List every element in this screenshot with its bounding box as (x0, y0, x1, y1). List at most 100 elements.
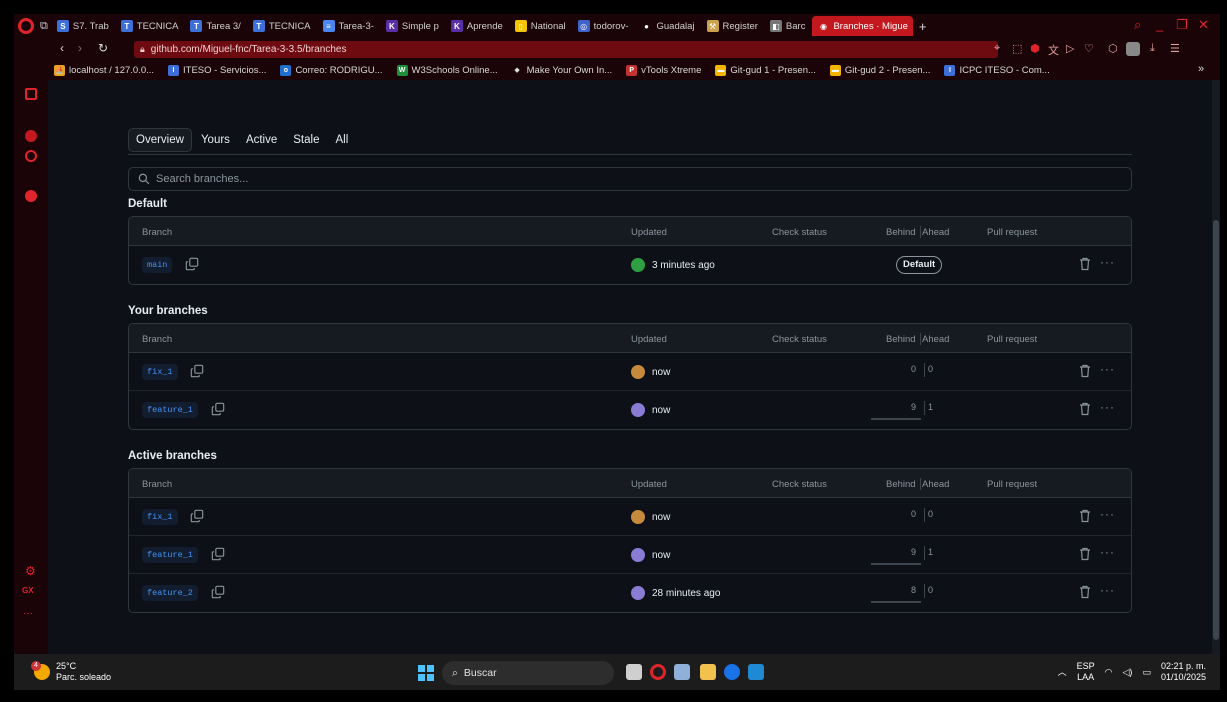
more-options-icon[interactable]: ··· (1100, 400, 1115, 414)
delete-branch-icon[interactable] (1079, 547, 1091, 561)
copy-icon[interactable] (190, 509, 204, 523)
pin-icon[interactable]: ⌖ (994, 42, 1000, 55)
more-options-icon[interactable]: ··· (1100, 362, 1115, 376)
browser-tab[interactable]: K Aprende (446, 16, 508, 36)
branch-name-link[interactable]: main (142, 257, 173, 273)
tray-chevron-icon[interactable]: ︿ (1058, 667, 1067, 678)
avatar[interactable] (631, 403, 645, 417)
tab-all[interactable]: All (328, 129, 355, 151)
copy-icon[interactable] (190, 364, 204, 378)
branch-name-link[interactable]: fix_1 (142, 364, 178, 380)
file-explorer-icon[interactable] (700, 664, 716, 680)
copy-icon[interactable] (211, 402, 225, 416)
maps-taskbar-icon[interactable] (724, 664, 740, 680)
search-input[interactable] (156, 173, 1056, 185)
search-tabs-icon[interactable]: ⌕ (1134, 17, 1141, 33)
task-view-icon[interactable] (626, 664, 642, 680)
vscode-taskbar-icon[interactable] (748, 664, 764, 680)
branch-name-link[interactable]: feature_2 (142, 585, 198, 601)
gx-icon[interactable]: GX (22, 586, 34, 595)
tab-overview[interactable]: Overview (128, 128, 192, 152)
browser-tab[interactable]: T TECNICA (248, 16, 316, 36)
wifi-icon[interactable]: ◠ (1105, 667, 1113, 678)
download-icon[interactable]: ⤓ (1150, 42, 1155, 55)
bookmark-item[interactable]: ▬ Git-gud 2 - Presen... (829, 64, 930, 76)
browser-tab[interactable]: ▯ National (510, 16, 571, 36)
more-options-icon[interactable]: ··· (1100, 583, 1115, 597)
snapshot-icon[interactable]: ⬚ (1012, 42, 1022, 55)
tab-active[interactable]: Active (239, 129, 284, 151)
battery-icon[interactable]: ▭ (1142, 667, 1151, 678)
browser-tab[interactable]: ≡ Tarea-3- (318, 16, 379, 36)
more-options-icon[interactable]: ··· (1100, 545, 1115, 559)
browser-tab[interactable]: ◧ Barc (765, 16, 811, 36)
heart-icon[interactable]: ♡ (1084, 42, 1094, 55)
bookmark-item[interactable]: I ICPC ITESO - Com... (944, 64, 1050, 76)
volume-icon[interactable]: ◁) (1123, 667, 1133, 678)
translate-icon[interactable]: 文 (1048, 42, 1059, 58)
avatar[interactable] (631, 586, 645, 600)
adblock-icon[interactable]: ⬢ (1030, 42, 1040, 55)
opera-taskbar-icon[interactable] (650, 664, 666, 680)
browser-tab[interactable]: T Tarea 3/ (185, 16, 245, 36)
maximize-icon[interactable]: ❐ (1176, 17, 1188, 33)
avatar[interactable] (631, 258, 645, 272)
browser-tab[interactable]: ◎ todorov- (573, 16, 634, 36)
browser-tab[interactable]: S S7. Trab (52, 16, 114, 36)
close-window-icon[interactable]: ✕ (1198, 17, 1209, 33)
bookmark-item[interactable]: W W3Schools Online... (396, 64, 498, 76)
more-options-icon[interactable]: ··· (1100, 255, 1115, 269)
branch-name-link[interactable]: fix_1 (142, 509, 178, 525)
whatsapp-icon[interactable] (25, 150, 37, 162)
bookmark-item[interactable]: I ITESO - Servicios... (168, 64, 266, 76)
copy-icon[interactable] (211, 585, 225, 599)
browser-tab[interactable]: ◉ Branches · Migue (812, 16, 913, 36)
messenger-icon[interactable] (25, 88, 37, 100)
bookmark-item[interactable]: ▬ Git-gud 1 - Presen... (715, 64, 816, 76)
extensions-icon[interactable]: ⬡ (1108, 42, 1118, 55)
reload-icon[interactable]: ↻ (98, 41, 108, 55)
player-icon[interactable]: ▷ (1066, 42, 1074, 55)
discord-icon[interactable] (25, 130, 37, 142)
avatar[interactable] (631, 548, 645, 562)
branch-name-link[interactable]: feature_1 (142, 402, 198, 418)
sidebar-more-icon[interactable]: ··· (23, 608, 33, 619)
forward-icon[interactable]: › (78, 41, 82, 55)
profile-avatar[interactable] (1126, 42, 1140, 56)
browser-tab[interactable]: ● Guadalaj (636, 16, 700, 36)
more-bookmarks-icon[interactable]: » (1198, 63, 1204, 75)
lang-layout[interactable]: LAA (1077, 672, 1094, 682)
copy-icon[interactable] (211, 547, 225, 561)
delete-branch-icon[interactable] (1079, 585, 1091, 599)
browser-tab[interactable]: T TECNICA (116, 16, 184, 36)
back-icon[interactable]: ‹ (60, 41, 64, 55)
menu-icon[interactable]: ☰ (1170, 42, 1180, 55)
scrollbar[interactable] (1212, 80, 1220, 654)
new-tab-icon[interactable]: + (919, 19, 927, 34)
delete-branch-icon[interactable] (1079, 257, 1091, 271)
workspaces-icon[interactable]: ⧉ (40, 20, 48, 33)
delete-branch-icon[interactable] (1079, 402, 1091, 416)
copy-icon[interactable] (185, 257, 199, 271)
delete-branch-icon[interactable] (1079, 364, 1091, 378)
bookmark-item[interactable]: o Correo: RODRIGU... (280, 64, 383, 76)
taskbar-search[interactable]: ⌕ Buscar (442, 661, 614, 685)
avatar[interactable] (631, 510, 645, 524)
settings-icon[interactable]: ⚙ (25, 564, 37, 578)
lang-code[interactable]: ESP (1077, 661, 1095, 672)
search-branches[interactable] (128, 167, 1132, 191)
windows-start-icon[interactable] (418, 665, 434, 681)
branch-name-link[interactable]: feature_1 (142, 547, 198, 563)
delete-branch-icon[interactable] (1079, 509, 1091, 523)
weather-widget[interactable]: 4 25°C Parc. soleado (31, 661, 111, 683)
bookmark-item[interactable]: ◆ Make Your Own In... (512, 65, 612, 76)
bookmark-item[interactable]: PvTools Xtreme (626, 64, 701, 76)
bookmark-item[interactable]: ⛵ localhost / 127.0.0... (54, 64, 154, 76)
browser-tab[interactable]: ⚒ Register (702, 16, 763, 36)
clock-date[interactable]: 01/10/2025 (1161, 672, 1206, 682)
notepad-taskbar-icon[interactable] (674, 664, 690, 680)
clock-time[interactable]: 02:21 p. m. (1161, 661, 1206, 672)
avatar[interactable] (631, 365, 645, 379)
tab-yours[interactable]: Yours (194, 129, 237, 151)
browser-tab[interactable]: K Simple p (381, 16, 444, 36)
